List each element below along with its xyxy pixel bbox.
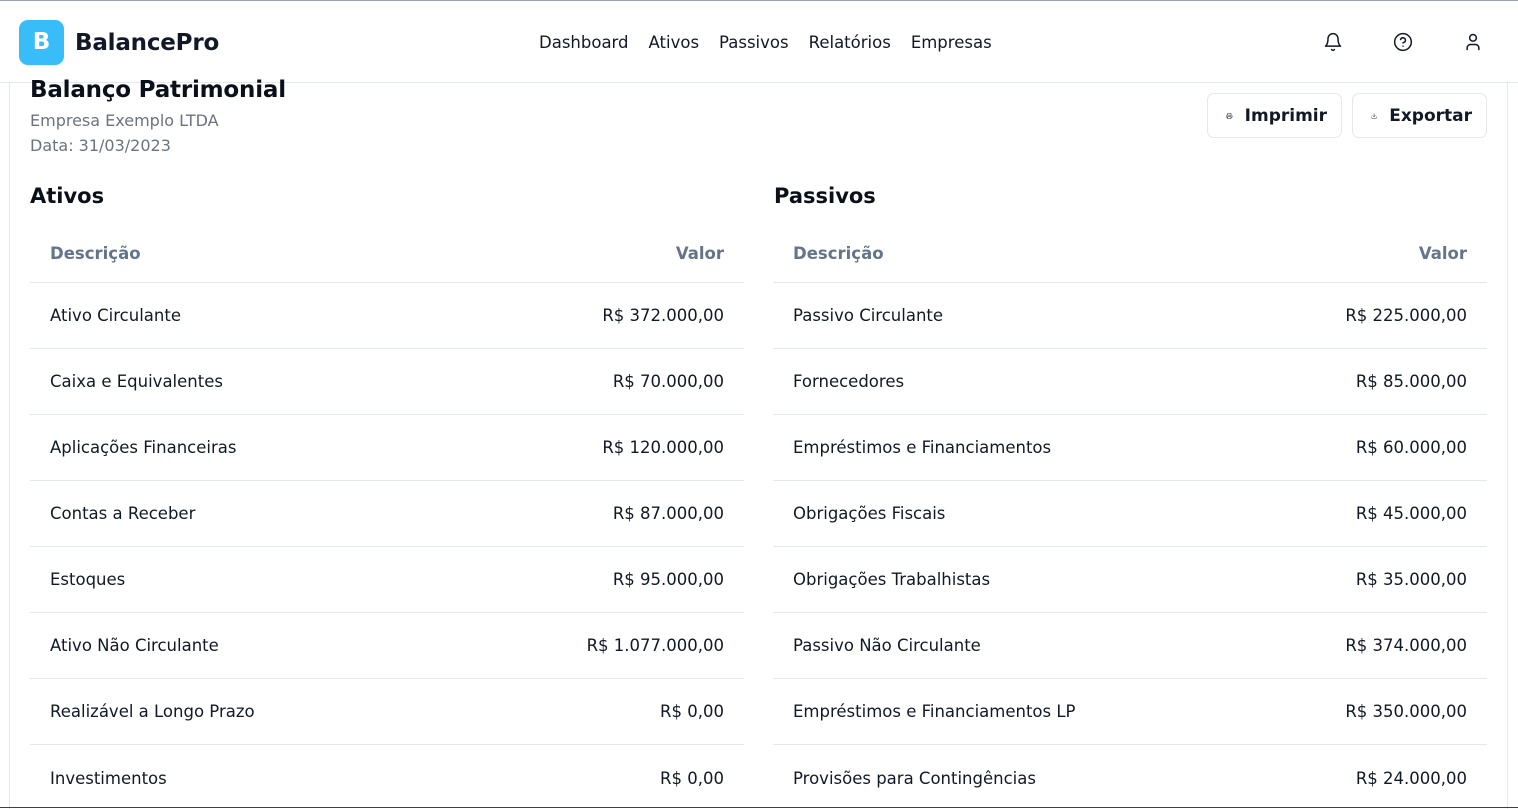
table-row: Caixa e Equivalentes R$ 70.000,00	[30, 349, 744, 415]
top-navigation-bar: B BalancePro Dashboard Ativos Passivos R…	[0, 2, 1518, 83]
table-row: Investimentos R$ 0,00	[30, 745, 744, 809]
table-row: Realizável a Longo Prazo R$ 0,00	[30, 679, 744, 745]
user-profile-button[interactable]	[1461, 30, 1485, 54]
row-label: Empréstimos e Financiamentos LP	[793, 702, 1076, 721]
passivos-table-header: Descrição Valor	[773, 225, 1487, 283]
ativos-col-description: Descrição	[50, 244, 141, 263]
help-button[interactable]	[1391, 30, 1415, 54]
nav-relatorios[interactable]: Relatórios	[809, 33, 891, 52]
table-row: Contas a Receber R$ 87.000,00	[30, 481, 744, 547]
nav-dashboard[interactable]: Dashboard	[539, 33, 629, 52]
table-row: Aplicações Financeiras R$ 120.000,00	[30, 415, 744, 481]
ativos-section-title: Ativos	[30, 184, 105, 208]
row-label: Obrigações Trabalhistas	[793, 570, 991, 589]
download-icon	[1371, 112, 1377, 119]
row-label: Fornecedores	[793, 372, 905, 391]
row-label: Realizável a Longo Prazo	[50, 702, 255, 721]
table-row: Ativo Circulante R$ 372.000,00	[30, 283, 744, 349]
company-name: Empresa Exemplo LTDA	[30, 111, 219, 130]
passivos-col-value: Valor	[1418, 244, 1467, 263]
row-value: R$ 0,00	[660, 702, 724, 721]
table-row: Passivo Não Circulante R$ 374.000,00	[773, 613, 1487, 679]
ativos-table-header: Descrição Valor	[30, 225, 744, 283]
row-value: R$ 70.000,00	[612, 372, 724, 391]
row-value: R$ 35.000,00	[1355, 570, 1467, 589]
nav-ativos[interactable]: Ativos	[649, 33, 700, 52]
row-value: R$ 85.000,00	[1355, 372, 1467, 391]
ativos-table: Descrição Valor Ativo Circulante R$ 372.0…	[30, 225, 744, 809]
row-label: Passivo Não Circulante	[793, 636, 981, 655]
row-label: Obrigações Fiscais	[793, 504, 946, 523]
table-row: Obrigações Trabalhistas R$ 35.000,00	[773, 547, 1487, 613]
passivos-section-title: Passivos	[774, 184, 876, 208]
page-title: Balanço Patrimonial	[30, 77, 286, 103]
table-row: Passivo Circulante R$ 225.000,00	[773, 283, 1487, 349]
row-label: Ativo Não Circulante	[50, 636, 219, 655]
print-button[interactable]: Imprimir	[1207, 93, 1342, 138]
row-label: Empréstimos e Financiamentos	[793, 438, 1052, 457]
table-row: Fornecedores R$ 85.000,00	[773, 349, 1487, 415]
app-window: B BalancePro Dashboard Ativos Passivos R…	[0, 0, 1518, 809]
row-value: R$ 45.000,00	[1355, 504, 1467, 523]
row-value: R$ 350.000,00	[1345, 702, 1467, 721]
row-value: R$ 87.000,00	[612, 504, 724, 523]
export-label: Exportar	[1389, 105, 1472, 126]
passivos-col-description: Descrição	[793, 244, 884, 263]
row-label: Aplicações Financeiras	[50, 438, 237, 457]
notifications-button[interactable]	[1321, 30, 1345, 54]
ativos-col-value: Valor	[675, 244, 724, 263]
table-row: Estoques R$ 95.000,00	[30, 547, 744, 613]
row-label: Caixa e Equivalentes	[50, 372, 223, 391]
row-value: R$ 1.077.000,00	[586, 636, 724, 655]
content-right-border	[1507, 83, 1508, 809]
report-date: Data: 31/03/2023	[30, 136, 171, 155]
logo-mark[interactable]: B	[19, 20, 64, 65]
row-value: R$ 372.000,00	[602, 306, 724, 325]
bell-icon	[1324, 32, 1342, 52]
table-row: Obrigações Fiscais R$ 45.000,00	[773, 481, 1487, 547]
row-label: Passivo Circulante	[793, 306, 944, 325]
row-value: R$ 225.000,00	[1345, 306, 1467, 325]
passivos-table: Descrição Valor Passivo Circulante R$ 225…	[773, 225, 1487, 809]
nav-empresas[interactable]: Empresas	[911, 33, 992, 52]
window-bottom-border	[0, 807, 1518, 808]
main-nav: Dashboard Ativos Passivos Relatórios Emp…	[539, 33, 992, 52]
content-left-border	[9, 83, 10, 809]
row-label: Contas a Receber	[50, 504, 196, 523]
row-value: R$ 60.000,00	[1355, 438, 1467, 457]
row-value: R$ 24.000,00	[1355, 768, 1467, 788]
row-value: R$ 0,00	[660, 768, 724, 788]
table-row: Ativo Não Circulante R$ 1.077.000,00	[30, 613, 744, 679]
table-row: Empréstimos e Financiamentos R$ 60.000,00	[773, 415, 1487, 481]
brand-name[interactable]: BalancePro	[75, 30, 219, 56]
row-value: R$ 120.000,00	[602, 438, 724, 457]
table-row: Empréstimos e Financiamentos LP R$ 350.00…	[773, 679, 1487, 745]
row-label: Provisões para Contingências	[793, 768, 1036, 788]
printer-icon	[1226, 112, 1233, 119]
row-label: Investimentos	[50, 768, 167, 788]
print-label: Imprimir	[1244, 105, 1327, 126]
nav-passivos[interactable]: Passivos	[719, 33, 789, 52]
row-value: R$ 95.000,00	[612, 570, 724, 589]
export-button[interactable]: Exportar	[1352, 93, 1487, 138]
row-value: R$ 374.000,00	[1345, 636, 1467, 655]
row-label: Estoques	[50, 570, 126, 589]
row-label: Ativo Circulante	[50, 306, 181, 325]
help-circle-icon	[1393, 32, 1413, 52]
table-row: Provisões para Contingências R$ 24.000,00	[773, 745, 1487, 809]
user-icon	[1466, 33, 1480, 51]
